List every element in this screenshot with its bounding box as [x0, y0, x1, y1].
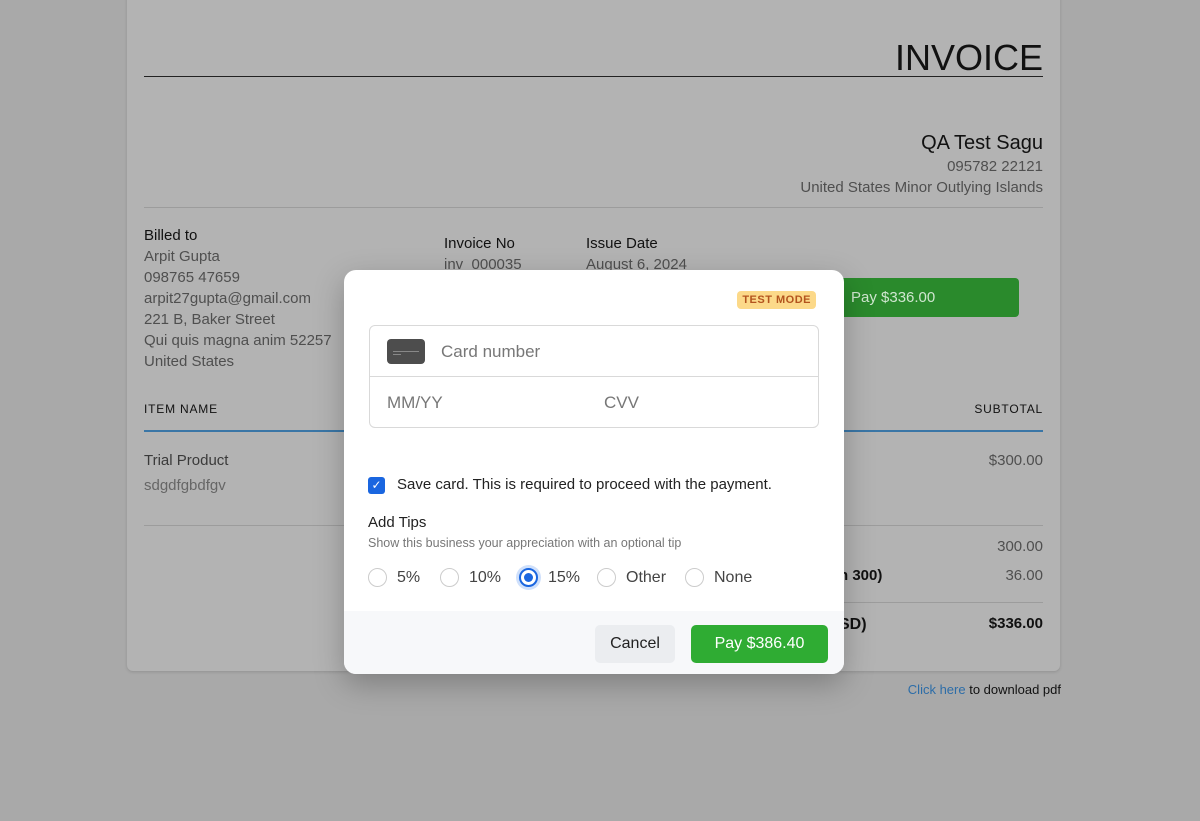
tip-option-10[interactable]: 10% — [440, 568, 501, 587]
item-desc: sdgdfgbdfgv — [144, 477, 226, 494]
billed-address2: Qui quis magna anim 52257 — [144, 332, 332, 349]
radio-icon — [368, 568, 387, 587]
modal-footer: Cancel Pay $386.40 — [344, 611, 844, 674]
col-item-name: ITEM NAME — [144, 402, 218, 416]
company-country: United States Minor Outlying Islands — [800, 179, 1043, 196]
issue-date-label: Issue Date — [586, 235, 658, 252]
col-subtotal: SUBTOTAL — [974, 402, 1043, 416]
company-name: QA Test Sagu — [921, 132, 1043, 154]
company-phone: 095782 22121 — [947, 158, 1043, 175]
billed-address1: 221 B, Baker Street — [144, 311, 275, 328]
tip-option-none[interactable]: None — [685, 568, 752, 587]
summary-tax: 36.00 — [1005, 567, 1043, 584]
save-card-label: Save card. This is required to proceed w… — [397, 476, 772, 493]
payment-modal: TEST MODE Card number MM/YY CVV ✓ Save c… — [344, 270, 844, 674]
cancel-button[interactable]: Cancel — [595, 625, 675, 663]
card-input-group: Card number MM/YY CVV — [369, 325, 819, 428]
expiry-input[interactable]: MM/YY — [387, 393, 443, 413]
billed-name: Arpit Gupta — [144, 248, 220, 265]
billed-country: United States — [144, 353, 235, 370]
summary-subtotal: 300.00 — [997, 538, 1043, 555]
pay-invoice-button[interactable]: Pay $336.00 — [817, 278, 1019, 317]
save-card-checkbox[interactable]: ✓ — [368, 477, 385, 494]
radio-icon — [597, 568, 616, 587]
invoice-no-label: Invoice No — [444, 235, 515, 252]
summary-total: $336.00 — [988, 615, 1043, 632]
invoice-title: INVOICE — [894, 37, 1043, 78]
cvv-input[interactable]: CVV — [604, 393, 639, 413]
tip-option-other[interactable]: Other — [597, 568, 666, 587]
pay-button[interactable]: Pay $386.40 — [691, 625, 828, 663]
billed-phone: 098765 47659 — [144, 269, 240, 286]
download-text: Click here to download pdf — [907, 682, 1061, 697]
item-name: Trial Product — [144, 452, 229, 469]
billed-to-label: Billed to — [144, 227, 198, 244]
item-subtotal: $300.00 — [988, 452, 1043, 469]
tip-option-15[interactable]: 15% — [519, 568, 580, 587]
tips-title: Add Tips — [368, 514, 427, 531]
test-mode-badge: TEST MODE — [737, 291, 816, 309]
tips-subtitle: Show this business your appreciation wit… — [368, 536, 682, 550]
radio-icon — [440, 568, 459, 587]
radio-selected-icon — [519, 568, 538, 587]
tip-option-5[interactable]: 5% — [368, 568, 420, 587]
download-pdf-link[interactable]: Click here — [908, 682, 966, 697]
billed-email: arpit27gupta@gmail.com — [144, 290, 311, 307]
credit-card-icon — [387, 339, 425, 364]
tax-label: n 300) — [839, 567, 883, 584]
radio-icon — [685, 568, 704, 587]
card-number-input[interactable]: Card number — [441, 342, 540, 362]
